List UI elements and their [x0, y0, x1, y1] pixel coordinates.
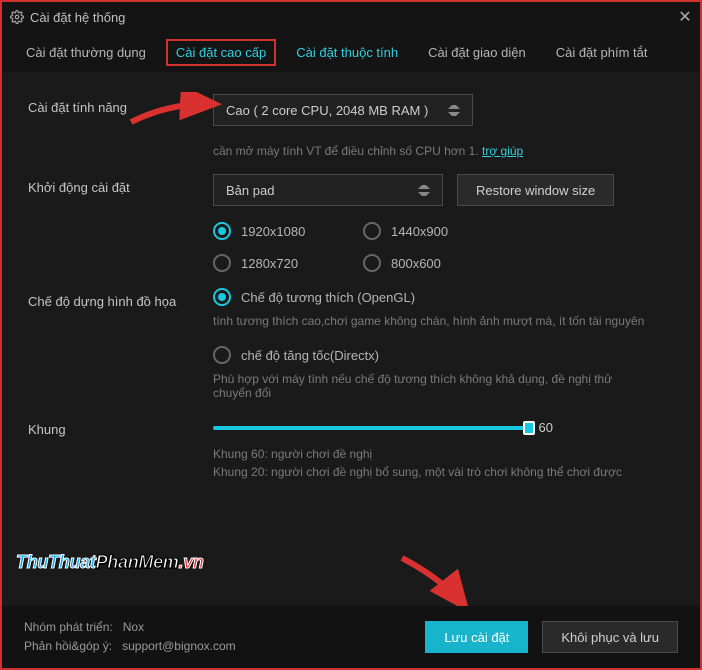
- radio-icon: [363, 254, 381, 272]
- footer: Nhóm phát triển: Nox Phản hồi&góp ý: sup…: [2, 606, 700, 668]
- directx-desc: Phù hợp với máy tính nếu chế độ tương th…: [213, 372, 653, 400]
- boot-value: Bản pad: [226, 183, 418, 198]
- resolution-option[interactable]: 1440x900: [363, 222, 513, 240]
- gear-icon: [10, 10, 24, 24]
- close-button[interactable]: ✕: [670, 2, 700, 32]
- slider-thumb[interactable]: [523, 421, 535, 435]
- radio-icon: [213, 346, 231, 364]
- tab-advanced[interactable]: Cài đặt cao cấp: [166, 39, 276, 66]
- help-link[interactable]: trợ giúp: [482, 144, 523, 158]
- tab-common[interactable]: Cài đặt thường dụng: [16, 39, 156, 66]
- resolution-option[interactable]: 1280x720: [213, 254, 363, 272]
- render-label: Chế độ dựng hình đồ họa: [28, 288, 213, 400]
- frame-value: 60: [539, 420, 553, 435]
- resolution-option[interactable]: 800x600: [363, 254, 513, 272]
- tab-bar: Cài đặt thường dụng Cài đặt cao cấp Cài …: [2, 32, 700, 72]
- resolution-group: 1920x1080 1440x900 1280x720 800x600: [213, 222, 563, 272]
- updown-icon: [418, 180, 430, 200]
- tab-hotkeys[interactable]: Cài đặt phím tắt: [546, 39, 658, 66]
- boot-select[interactable]: Bản pad: [213, 174, 443, 206]
- resolution-option[interactable]: 1920x1080: [213, 222, 363, 240]
- perf-hint: cần mở máy tính VT để điều chỉnh số CPU …: [213, 144, 674, 158]
- footer-info: Nhóm phát triển: Nox Phản hồi&góp ý: sup…: [24, 618, 411, 656]
- perf-label: Cài đặt tính năng: [28, 94, 213, 158]
- perf-select[interactable]: Cao ( 2 core CPU, 2048 MB RAM ): [213, 94, 473, 126]
- watermark: ThuThuatPhanMem.vn: [16, 552, 204, 573]
- slider-track: [213, 426, 529, 430]
- radio-icon: [363, 222, 381, 240]
- restore-save-button[interactable]: Khôi phục và lưu: [542, 621, 678, 653]
- tab-interface[interactable]: Cài đặt giao diện: [418, 39, 536, 66]
- window-title: Cài đặt hệ thống: [30, 10, 125, 25]
- frame-slider[interactable]: 60: [213, 420, 553, 435]
- tab-properties[interactable]: Cài đặt thuộc tính: [286, 39, 408, 66]
- perf-value: Cao ( 2 core CPU, 2048 MB RAM ): [226, 103, 448, 118]
- content-area: Cài đặt tính năng Cao ( 2 core CPU, 2048…: [2, 72, 700, 481]
- title-bar: Cài đặt hệ thống: [2, 2, 700, 32]
- radio-icon: [213, 222, 231, 240]
- frame-label: Khung: [28, 416, 213, 481]
- radio-icon: [213, 288, 231, 306]
- boot-label: Khởi động cài đặt: [28, 174, 213, 272]
- render-option-directx[interactable]: chế độ tăng tốc(Directx): [213, 346, 674, 364]
- updown-icon: [448, 100, 460, 120]
- restore-window-button[interactable]: Restore window size: [457, 174, 614, 206]
- opengl-desc: tính tương thích cao,chơi game không chá…: [213, 314, 653, 328]
- render-option-opengl[interactable]: Chế độ tương thích (OpenGL): [213, 288, 674, 306]
- radio-icon: [213, 254, 231, 272]
- frame-notes: Khung 60: người chơi đề nghị Khung 20: n…: [213, 445, 674, 481]
- save-button[interactable]: Lưu cài đặt: [425, 621, 528, 653]
